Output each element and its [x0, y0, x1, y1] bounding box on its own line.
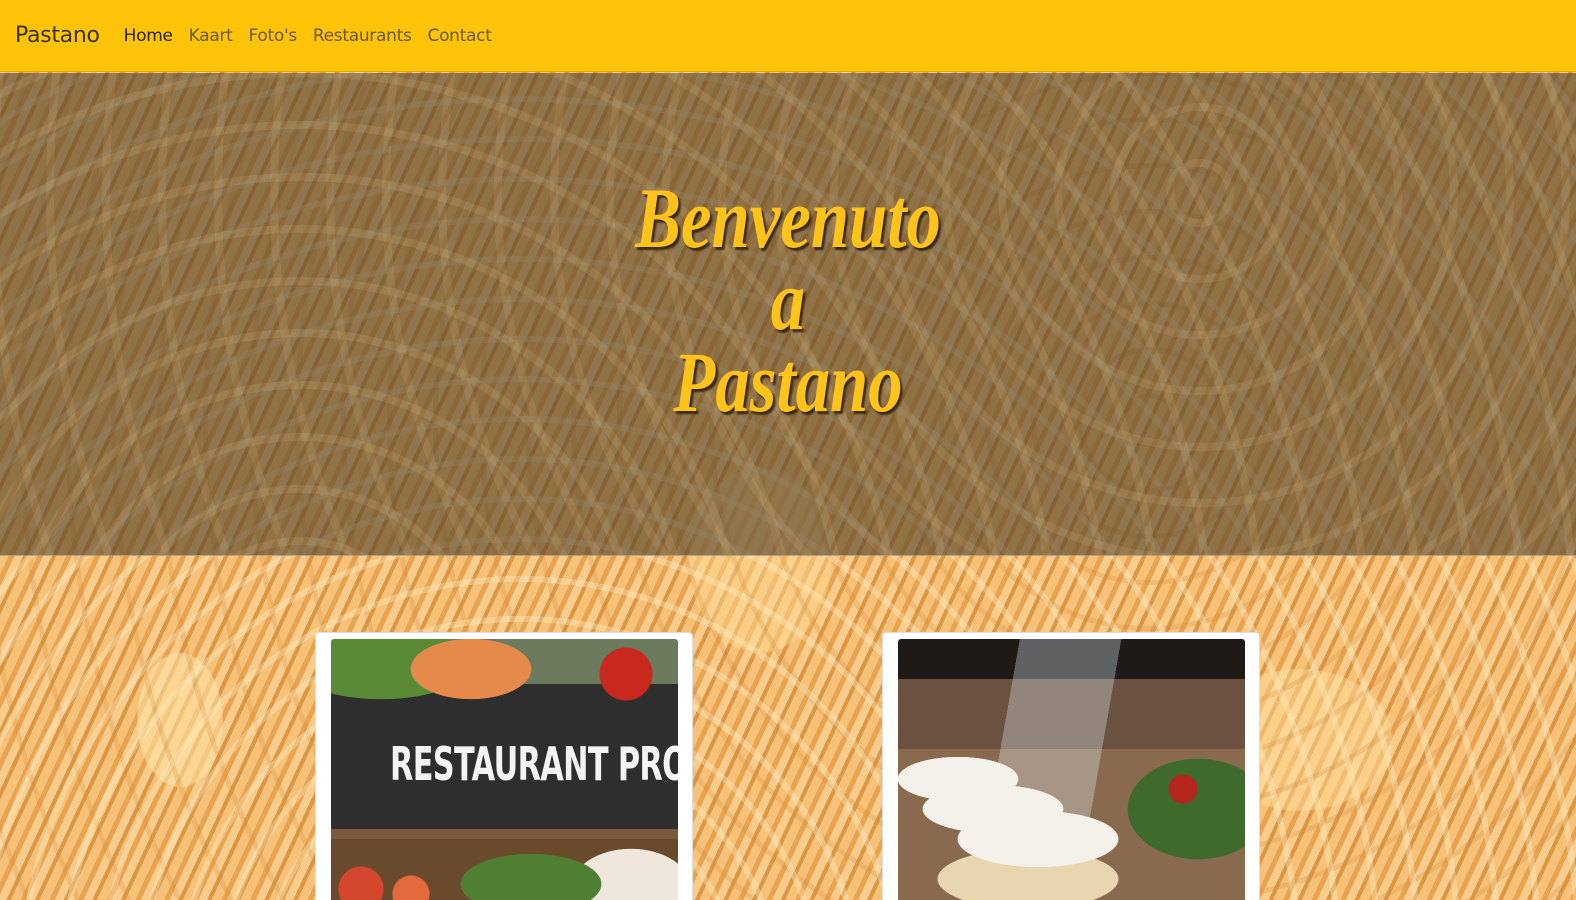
promo-image-text: RESTAURANT PROMO: [389, 737, 678, 791]
brand-logo[interactable]: Pastano: [15, 23, 100, 48]
hero-banner: Benvenuto a Pastano: [0, 73, 1576, 556]
nav-menu: Home Kaart Foto's Restaurants Contact: [124, 26, 492, 46]
nav-link-kaart[interactable]: Kaart: [189, 26, 233, 46]
nav-link-contact[interactable]: Contact: [428, 26, 492, 46]
table-card[interactable]: [882, 632, 1260, 900]
promo-card[interactable]: RESTAURANT PROMO: [315, 632, 693, 900]
nav-item-home: Home: [124, 26, 173, 46]
nav-item-restaurants: Restaurants: [313, 26, 412, 46]
nav-item-contact: Contact: [428, 26, 492, 46]
nav-item-fotos: Foto's: [249, 26, 298, 46]
promo-food-photo: [331, 839, 678, 900]
nav-item-kaart: Kaart: [189, 26, 233, 46]
dinner-table-image[interactable]: [898, 639, 1245, 900]
hero-title: Benvenuto a Pastano: [635, 170, 941, 430]
restaurant-promo-image[interactable]: RESTAURANT PROMO: [331, 639, 678, 900]
nav-link-fotos[interactable]: Foto's: [249, 26, 298, 46]
nav-link-restaurants[interactable]: Restaurants: [313, 26, 412, 46]
nav-link-home[interactable]: Home: [124, 26, 173, 46]
navbar: Pastano Home Kaart Foto's Restaurants Co…: [0, 0, 1576, 72]
